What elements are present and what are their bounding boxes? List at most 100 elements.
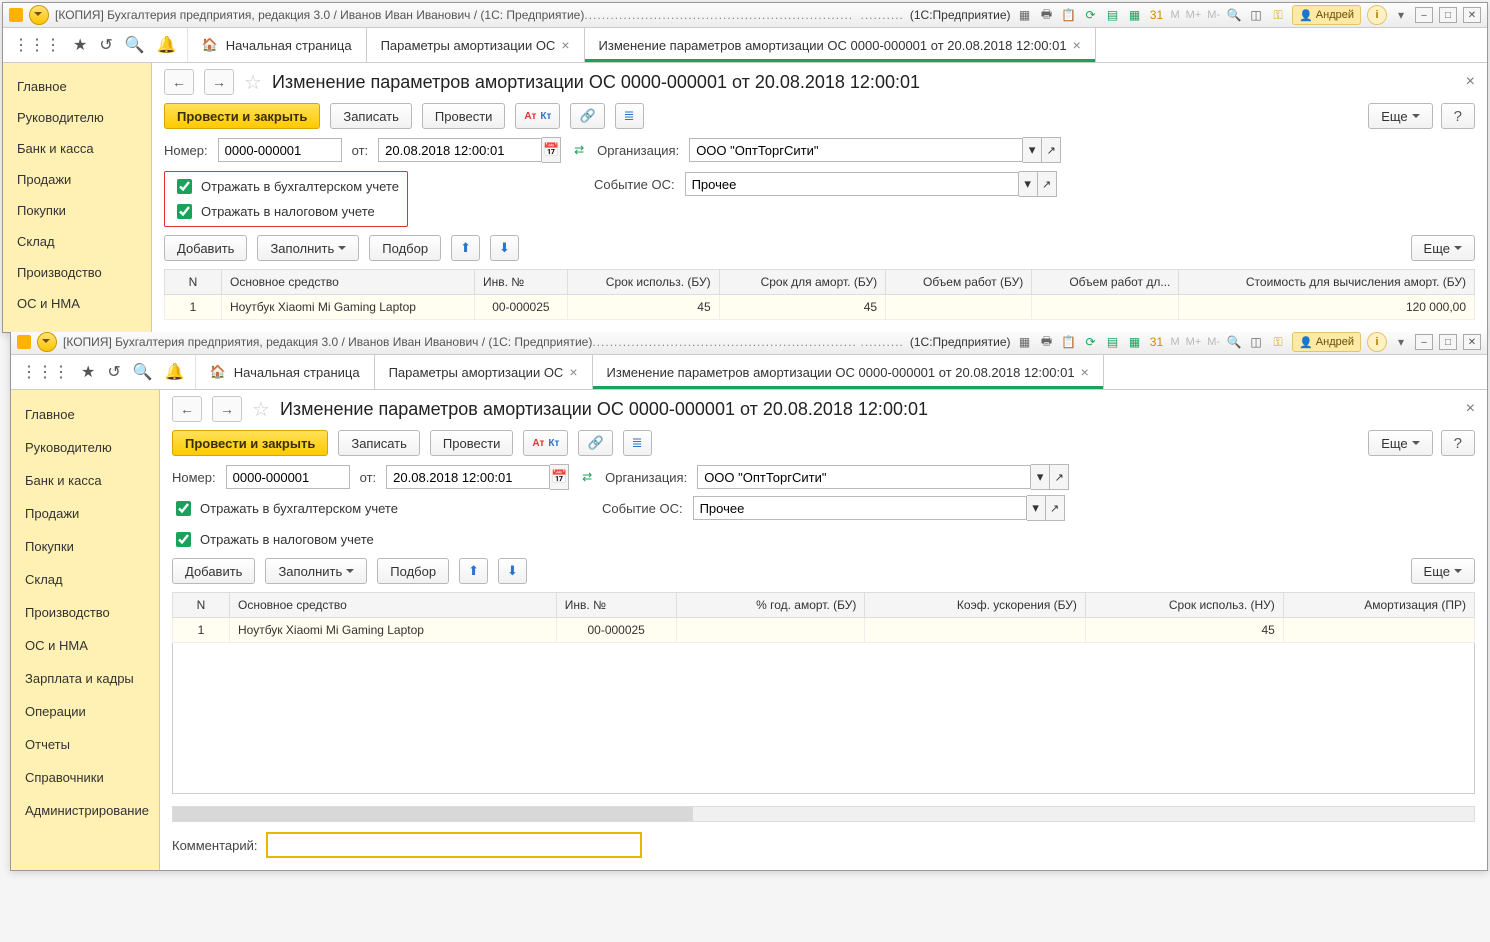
app-menu-dropdown-icon-2[interactable] <box>37 332 57 352</box>
col2-n[interactable]: N <box>173 593 230 618</box>
key-icon-2[interactable]: ⚿ <box>1270 334 1286 350</box>
fill-button[interactable]: Заполнить <box>257 235 359 261</box>
toolbar-refresh-icon[interactable]: ⟳ <box>1082 7 1098 23</box>
post-and-close-button-2[interactable]: Провести и закрыть <box>172 430 328 456</box>
toolbar-print-icon-2[interactable]: 🖶 <box>1038 334 1054 350</box>
sidebar-item-operations-2[interactable]: Операции <box>11 695 159 728</box>
col2-coef[interactable]: Коэф. ускорения (БУ) <box>865 593 1086 618</box>
favorite-star-icon-2[interactable]: ☆ <box>252 397 270 422</box>
sidebar-item-warehouse-2[interactable]: Склад <box>11 563 159 596</box>
toolbar-refresh-icon-2[interactable]: ⟳ <box>1082 334 1098 350</box>
page-close-icon-2[interactable]: × <box>1466 400 1475 418</box>
more-button-2[interactable]: Еще <box>1368 430 1432 456</box>
org-input-2[interactable] <box>697 465 1031 489</box>
sidebar-item-warehouse[interactable]: Склад <box>3 226 151 257</box>
info-icon-2[interactable]: i <box>1367 332 1387 352</box>
sidebar-item-production-2[interactable]: Производство <box>11 596 159 629</box>
col-amort-bu[interactable]: Срок для аморт. (БУ) <box>719 270 885 295</box>
date-input-2[interactable] <box>386 465 550 489</box>
bu-checkbox[interactable] <box>177 179 192 194</box>
zoom-icon-2[interactable]: 🔍 <box>1226 334 1242 350</box>
structure-button-2[interactable]: 🔗 <box>578 430 612 456</box>
event-open-icon[interactable]: ↗ <box>1038 171 1057 197</box>
tab-change-params-2[interactable]: Изменение параметров амортизации ОС 0000… <box>593 355 1104 389</box>
forward-button[interactable]: → <box>204 69 234 95</box>
comment-input[interactable] <box>266 832 642 858</box>
bell-icon-2[interactable]: 🔔 <box>165 362 185 382</box>
tab-home[interactable]: 🏠Начальная страница <box>188 28 367 62</box>
sidebar-item-reports-2[interactable]: Отчеты <box>11 728 159 761</box>
list-button-2[interactable]: ≣ <box>623 430 652 456</box>
col2-nu[interactable]: Срок использ. (НУ) <box>1085 593 1283 618</box>
back-button-2[interactable]: ← <box>172 396 202 422</box>
info-icon[interactable]: i <box>1367 5 1387 25</box>
history-icon[interactable]: ↺ <box>99 35 112 55</box>
sidebar-item-manager-2[interactable]: Руководителю <box>11 431 159 464</box>
org-input[interactable] <box>689 138 1023 162</box>
pick-button[interactable]: Подбор <box>369 235 441 261</box>
post-button-2[interactable]: Провести <box>430 430 514 456</box>
bu-checkbox-2[interactable] <box>176 501 191 516</box>
add-row-button-2[interactable]: Добавить <box>172 558 255 584</box>
event-dropdown-icon-2[interactable]: ▾ <box>1027 495 1046 521</box>
col-vol-bu[interactable]: Объем работ (БУ) <box>886 270 1032 295</box>
maximize-button-2[interactable]: □ <box>1439 334 1457 350</box>
structure-button[interactable]: 🔗 <box>570 103 604 129</box>
bell-icon[interactable]: 🔔 <box>157 35 177 55</box>
col-vol2[interactable]: Объем работ дл... <box>1032 270 1179 295</box>
table-more-button[interactable]: Еще <box>1411 235 1475 261</box>
event-input[interactable] <box>685 172 1019 196</box>
move-down-button-2[interactable]: ⬇ <box>498 558 527 584</box>
col-cost-bu[interactable]: Стоимость для вычисления аморт. (БУ) <box>1179 270 1475 295</box>
key-icon[interactable]: ⚿ <box>1270 7 1286 23</box>
search-icon[interactable]: 🔍 <box>125 35 145 55</box>
search-icon-2[interactable]: 🔍 <box>133 362 153 382</box>
tab-change-params-close-icon[interactable]: × <box>1073 37 1081 53</box>
nu-checkbox[interactable] <box>177 204 192 219</box>
toolbar-print-icon[interactable]: 🖶 <box>1038 7 1054 23</box>
org-dropdown-icon-2[interactable]: ▾ <box>1031 464 1050 490</box>
tab-params-close-icon[interactable]: × <box>561 37 569 53</box>
table-row[interactable]: 1 Ноутбук Xiaomi Mi Gaming Laptop 00-000… <box>165 295 1475 320</box>
tab-change-params-close-icon-2[interactable]: × <box>1081 364 1089 380</box>
swap-icon-2[interactable]: ⇄ <box>579 469 595 485</box>
event-open-icon-2[interactable]: ↗ <box>1046 495 1065 521</box>
toolbar-clipboard-icon[interactable]: 📋 <box>1060 7 1076 23</box>
apps-icon-2[interactable]: ⋮⋮⋮ <box>21 362 69 382</box>
help-button[interactable]: ? <box>1441 103 1475 129</box>
dt-kt-button[interactable]: АтКт <box>515 103 560 129</box>
col2-pr[interactable]: Амортизация (ПР) <box>1283 593 1474 618</box>
panels-icon-2[interactable]: ◫ <box>1248 334 1264 350</box>
move-up-button-2[interactable]: ⬆ <box>459 558 488 584</box>
col2-inv[interactable]: Инв. № <box>556 593 676 618</box>
tab-home-2[interactable]: 🏠Начальная страница <box>196 355 375 389</box>
sidebar-item-sales[interactable]: Продажи <box>3 164 151 195</box>
event-dropdown-icon[interactable]: ▾ <box>1019 171 1038 197</box>
toolbar-doc-icon-2[interactable]: ▦ <box>1016 334 1032 350</box>
calendar-icon[interactable]: 📅 <box>542 137 561 163</box>
sidebar-item-manager[interactable]: Руководителю <box>3 102 151 133</box>
user-badge-2[interactable]: 👤 Андрей <box>1292 332 1361 352</box>
app-menu-dropdown-icon[interactable] <box>29 5 49 25</box>
event-input-2[interactable] <box>693 496 1027 520</box>
sidebar-item-os-nma-2[interactable]: ОС и НМА <box>11 629 159 662</box>
sidebar-item-catalogs-2[interactable]: Справочники <box>11 761 159 794</box>
sidebar-item-bank-2[interactable]: Банк и касса <box>11 464 159 497</box>
sidebar-item-main[interactable]: Главное <box>3 71 151 102</box>
sidebar-item-admin-2[interactable]: Администрирование <box>11 794 159 827</box>
org-open-icon-2[interactable]: ↗ <box>1050 464 1069 490</box>
close-window-button[interactable]: ✕ <box>1463 7 1481 23</box>
tab-params[interactable]: Параметры амортизации ОС× <box>367 28 585 62</box>
sidebar-item-bank[interactable]: Банк и касса <box>3 133 151 164</box>
sidebar-item-main-2[interactable]: Главное <box>11 398 159 431</box>
number-input[interactable] <box>218 138 342 162</box>
list-button[interactable]: ≣ <box>615 103 644 129</box>
toolbar-doc-icon[interactable]: ▦ <box>1016 7 1032 23</box>
back-button[interactable]: ← <box>164 69 194 95</box>
star-icon-2[interactable]: ★ <box>81 362 95 382</box>
org-open-icon[interactable]: ↗ <box>1042 137 1061 163</box>
zoom-icon[interactable]: 🔍 <box>1226 7 1242 23</box>
minimize-button-2[interactable]: – <box>1415 334 1433 350</box>
close-window-button-2[interactable]: ✕ <box>1463 334 1481 350</box>
nu-checkbox-2[interactable] <box>176 532 191 547</box>
